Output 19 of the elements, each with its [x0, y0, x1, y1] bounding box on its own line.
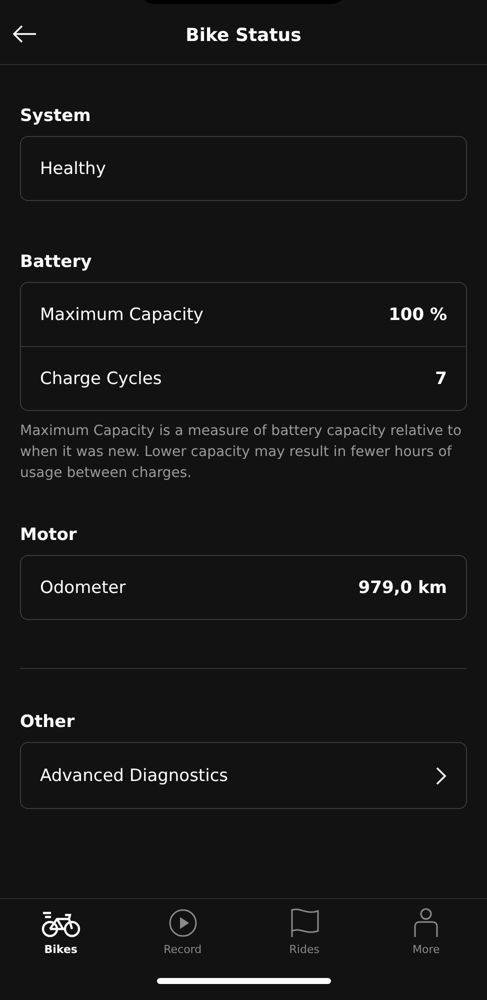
section-title: System	[20, 105, 92, 127]
row-value: 100 %	[388, 304, 447, 324]
help-text: Maximum Capacity is a measure of battery capacity relative to when it was new. Lower capacity may result in fewer hours of usage between charges.	[20, 422, 463, 483]
section-title: Battery	[20, 251, 93, 273]
row-label: Charge Cycles	[40, 368, 162, 388]
menu-row[interactable]: Advanced Diagnostics	[21, 743, 466, 808]
row-label: Healthy	[40, 158, 106, 178]
section-title: Other	[20, 711, 76, 733]
nav-tab[interactable]: Rides	[244, 899, 366, 956]
row-label: Maximum Capacity	[40, 304, 204, 324]
row-value: 979,0 km	[358, 578, 447, 598]
row-value: 7	[435, 368, 447, 388]
row-label: Odometer	[40, 578, 126, 598]
nav-tab[interactable]: More	[365, 899, 487, 956]
section-title: Motor	[20, 524, 78, 546]
page-title: Bike Status	[186, 24, 302, 46]
chevron-right-icon	[435, 766, 447, 786]
nav-tab[interactable]: Record	[122, 899, 244, 956]
nav-tab[interactable]: Bikes	[0, 899, 122, 956]
